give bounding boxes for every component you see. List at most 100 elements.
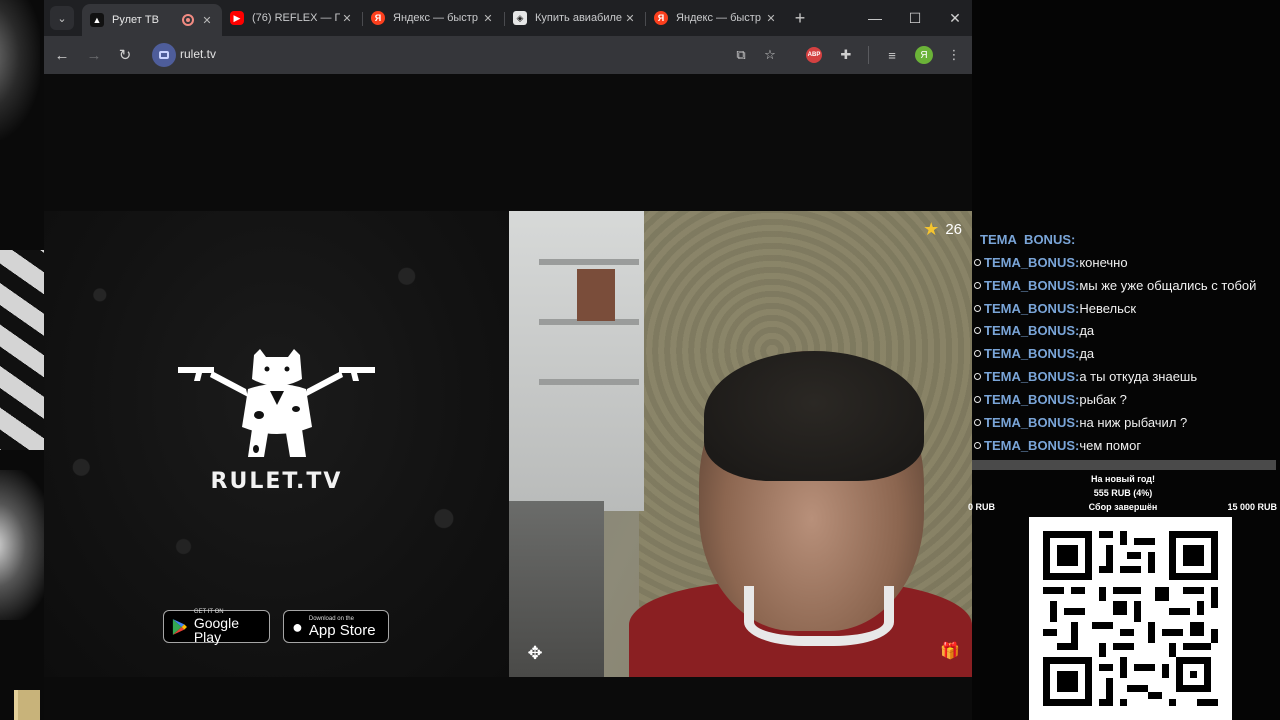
- chat-username: TEMA_BONUS:: [984, 345, 1080, 361]
- chat-text: да: [1079, 322, 1095, 338]
- site-info-icon[interactable]: [152, 43, 176, 67]
- rating-badge: ★ 26: [923, 219, 962, 240]
- webcam-video[interactable]: ★ 26 ✥ 🎁: [509, 211, 972, 677]
- tab-yandex-2[interactable]: Я Яндекс — быстр ✕: [646, 4, 786, 32]
- chat-username: TEMA_BONUS:: [984, 322, 1080, 338]
- rulet-icon: ▲: [90, 13, 104, 27]
- tab-yandex-1[interactable]: Я Яндекс — быстр ✕: [363, 4, 503, 32]
- page-content: RULET.TV GET IT ON Google Play ● Downloa…: [44, 74, 972, 720]
- video-scene: [744, 586, 894, 646]
- address-url[interactable]: rulet.tv: [180, 47, 216, 61]
- chat-text: да: [1079, 345, 1095, 361]
- rating-value: 26: [945, 221, 962, 238]
- app-promo-panel: RULET.TV GET IT ON Google Play ● Downloa…: [44, 211, 509, 677]
- youtube-icon: ▶: [230, 11, 244, 25]
- chat-scrollbar: [972, 460, 1276, 470]
- chat-bullet-icon: [974, 258, 981, 266]
- chat-message: TEMA_BONUS: на ниж рыбачил ?: [974, 411, 1280, 433]
- close-window-button[interactable]: ✕: [940, 6, 970, 30]
- reload-button[interactable]: ↻: [113, 43, 137, 67]
- browser-window: ⌄ ▲ Рулет ТВ ✕ ▶ (76) REFLEX — П ✕ Я Янд…: [44, 0, 972, 720]
- google-play-button[interactable]: GET IT ON Google Play: [163, 609, 270, 645]
- extensions-icon[interactable]: ✚: [835, 44, 857, 66]
- menu-icon[interactable]: ⋮: [943, 44, 965, 66]
- video-scene: [577, 269, 615, 321]
- game-control-icon[interactable]: ✥: [525, 643, 545, 663]
- backdrop-shape: [0, 0, 40, 140]
- close-tab-icon[interactable]: ✕: [200, 14, 214, 27]
- bookmark-star-icon[interactable]: ☆: [759, 44, 781, 66]
- chat-username: TEMA_BONUS:: [984, 300, 1080, 316]
- close-tab-icon[interactable]: ✕: [764, 12, 778, 25]
- back-button[interactable]: ←: [50, 43, 74, 67]
- chat-text: чем помог: [1079, 437, 1142, 453]
- forward-button[interactable]: →: [82, 43, 106, 67]
- apple-icon: ●: [292, 616, 303, 637]
- gift-icon[interactable]: 🎁: [940, 641, 960, 661]
- backdrop-shape: [0, 250, 44, 450]
- video-scene: [539, 259, 639, 265]
- browser-toolbar: ← → ↻ rulet.tv ⧉ ☆ ABP ✚ ≡ Я ⋮: [44, 36, 972, 74]
- video-scene: [509, 501, 604, 677]
- goal-raised: 555 RUB (4%): [1093, 488, 1153, 498]
- backdrop-shape: [14, 690, 40, 720]
- yandex-icon: Я: [371, 11, 385, 25]
- video-scene: [509, 211, 644, 511]
- yandex-icon: Я: [654, 11, 668, 25]
- chat-bullet-icon: [974, 372, 981, 380]
- chat-username: TEMA_BONUS:: [984, 414, 1080, 430]
- profile-avatar[interactable]: Я: [915, 46, 933, 64]
- chat-text: конечно: [1079, 254, 1128, 270]
- close-tab-icon[interactable]: ✕: [340, 12, 354, 25]
- chat-bullet-icon: [974, 395, 981, 403]
- stream-backdrop: [0, 0, 44, 720]
- minimize-button[interactable]: —: [860, 6, 890, 30]
- tab-title: (76) REFLEX — П: [252, 12, 340, 24]
- app-store-button[interactable]: ● Download on the App Store: [283, 610, 389, 643]
- chat-message: TEMA_BONUS: чем помог: [974, 434, 1280, 456]
- cat-logo-icon: [178, 349, 375, 457]
- clipped-chat-line: TEMA_BONUS:: [980, 232, 1076, 244]
- chat-message: TEMA_BONUS: конечно: [974, 251, 1280, 273]
- chat-message: TEMA_BONUS: да: [974, 319, 1280, 341]
- goal-max: 15 000 RUB: [1227, 502, 1277, 512]
- chat-bullet-icon: [974, 281, 981, 289]
- ticket-icon: ◈: [513, 11, 527, 25]
- chat-username: TEMA_BONUS:: [984, 437, 1080, 453]
- tab-title: Яндекс — быстр: [393, 12, 478, 24]
- tab-title: Рулет ТВ: [112, 14, 159, 26]
- chat-message: TEMA_BONUS: рыбак ?: [974, 388, 1280, 410]
- chat-username: TEMA_BONUS:: [984, 254, 1080, 270]
- chat-bullet-icon: [974, 326, 981, 334]
- adblock-icon[interactable]: ABP: [806, 47, 822, 63]
- new-tab-button[interactable]: +: [788, 6, 812, 30]
- chat-bullet-icon: [974, 349, 981, 357]
- tab-rulet[interactable]: ▲ Рулет ТВ ✕: [82, 4, 222, 36]
- maximize-button[interactable]: ☐: [900, 6, 930, 30]
- chat-message: TEMA_BONUS: Невельск: [974, 297, 1280, 319]
- app-store-label: App Store: [308, 621, 376, 639]
- close-tab-icon[interactable]: ✕: [481, 12, 495, 25]
- close-tab-icon[interactable]: ✕: [623, 12, 637, 25]
- brand-wordmark: RULET.TV: [210, 469, 343, 494]
- google-play-icon: [172, 618, 187, 635]
- install-app-icon[interactable]: ⧉: [730, 44, 752, 66]
- backdrop-shape: [0, 470, 44, 620]
- tab-search-button[interactable]: ⌄: [50, 6, 74, 30]
- address-bar[interactable]: rulet.tv: [150, 41, 764, 69]
- google-play-label: Google Play: [193, 615, 239, 645]
- video-scene: [539, 379, 639, 385]
- tab-youtube[interactable]: ▶ (76) REFLEX — П ✕: [222, 4, 362, 32]
- screen: ⌄ ▲ Рулет ТВ ✕ ▶ (76) REFLEX — П ✕ Я Янд…: [0, 0, 1280, 720]
- chat-message: TEMA_BONUS: да: [974, 342, 1280, 364]
- star-icon: ★: [923, 219, 940, 239]
- tab-strip: ⌄ ▲ Рулет ТВ ✕ ▶ (76) REFLEX — П ✕ Я Янд…: [44, 0, 972, 36]
- tab-title: Купить авиабиле: [535, 12, 623, 24]
- tab-aviatickets[interactable]: ◈ Купить авиабиле ✕: [505, 4, 645, 32]
- chat-bullet-icon: [974, 418, 981, 426]
- chat-text: Невельск: [1079, 300, 1137, 316]
- chat-text: а ты откуда знаешь: [1079, 368, 1198, 384]
- chat-text: на ниж рыбачил ?: [1079, 414, 1188, 430]
- media-controls-icon[interactable]: ≡: [881, 44, 903, 66]
- chat-username: TEMA_BONUS:: [984, 391, 1080, 407]
